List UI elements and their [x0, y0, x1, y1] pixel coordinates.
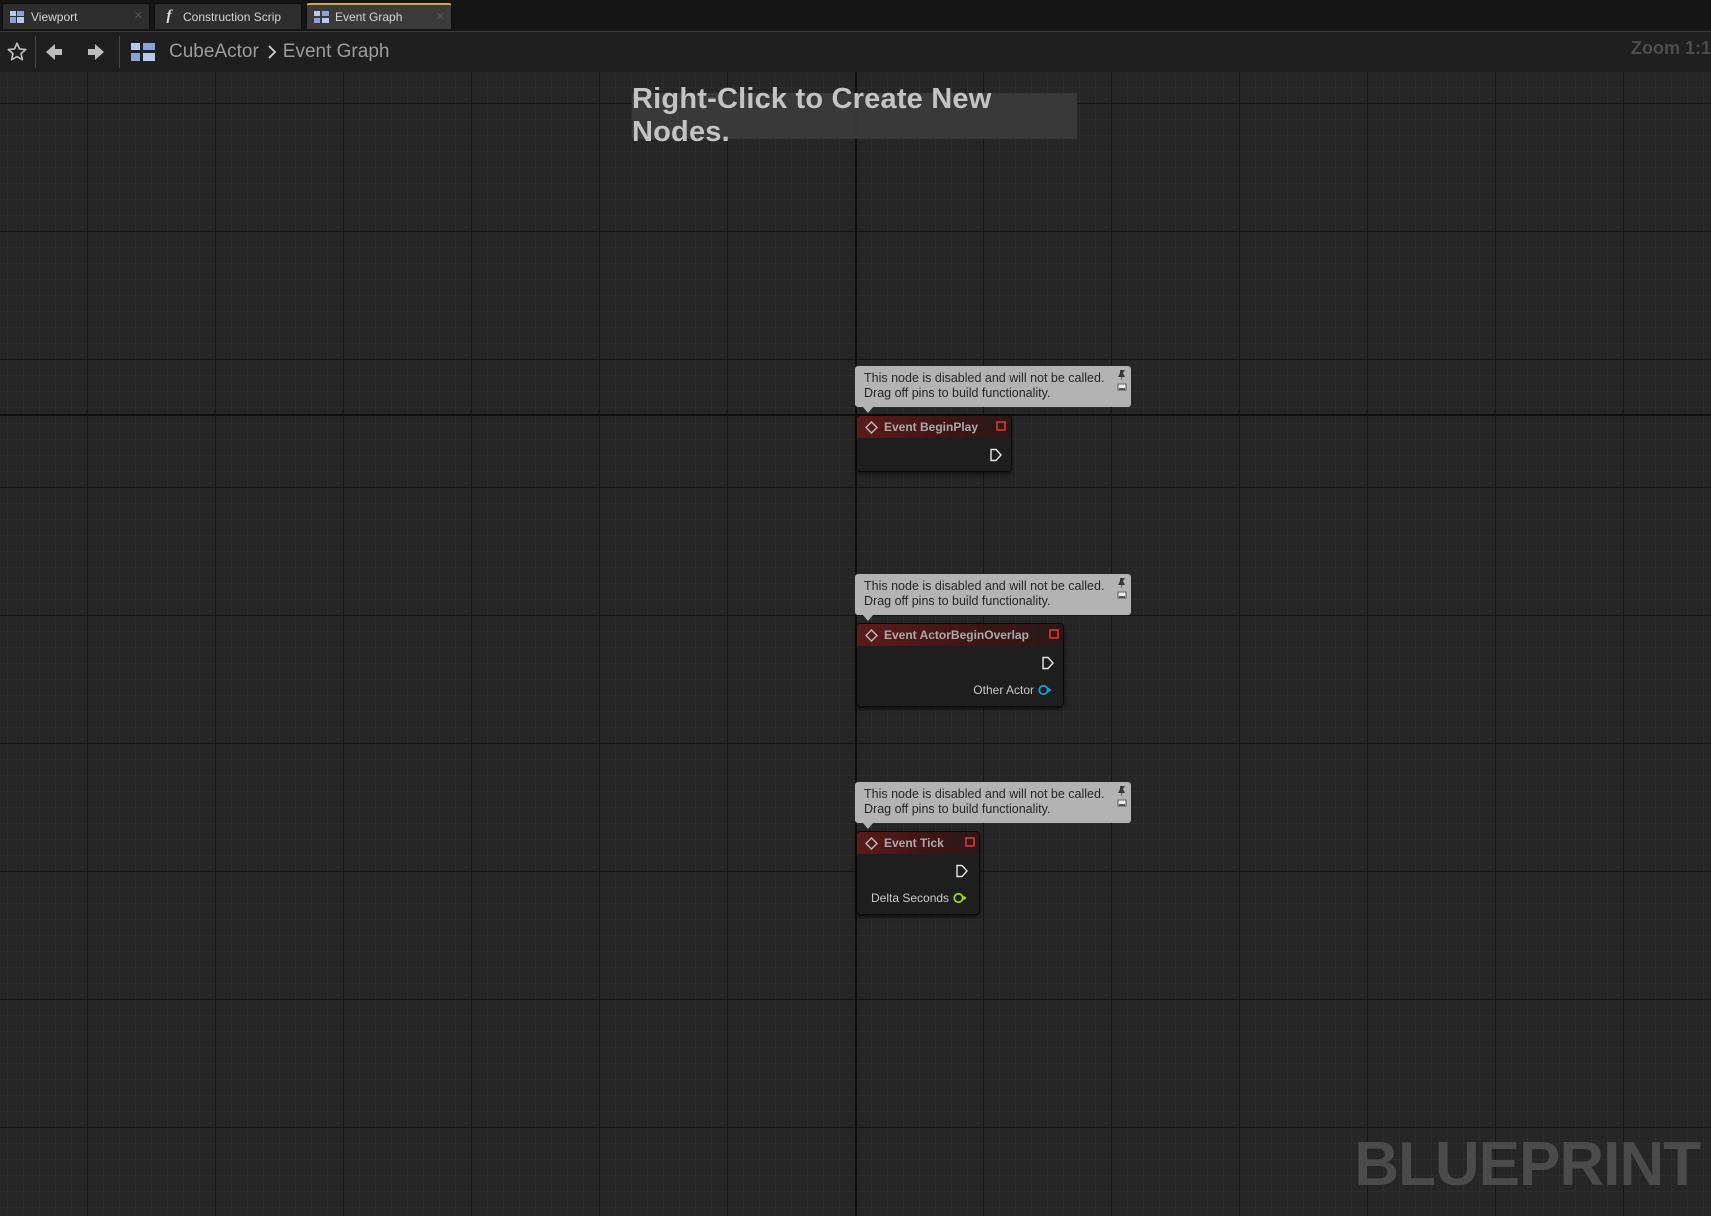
- arrow-right-icon: [88, 44, 104, 60]
- exec-output-pin[interactable]: [955, 864, 969, 878]
- pin-label-other-actor: Other Actor: [973, 683, 1034, 697]
- node-header: Event BeginPlay: [857, 416, 1011, 438]
- node-title: Event ActorBeginOverlap: [884, 628, 1029, 642]
- node-comment-bubble[interactable]: This node is disabled and will not be ca…: [855, 574, 1131, 621]
- event-diamond-icon: [865, 629, 878, 642]
- pin-comment-icon[interactable]: [1116, 368, 1128, 398]
- breadcrumb-item-cubeactor[interactable]: CubeActor: [169, 41, 259, 63]
- favorite-star-button[interactable]: [3, 38, 31, 66]
- node-comment-bubble[interactable]: This node is disabled and will not be ca…: [855, 782, 1131, 829]
- close-icon[interactable]: ✕: [134, 9, 143, 22]
- event-graph-icon: [131, 43, 155, 61]
- comment-line: This node is disabled and will not be ca…: [864, 787, 1105, 801]
- forward-button[interactable]: [82, 38, 110, 66]
- toolbar-divider: [119, 36, 120, 68]
- tab-construction-script[interactable]: f Construction Scrip ✕: [154, 3, 302, 29]
- toolbar-divider: [35, 36, 36, 68]
- tab-viewport[interactable]: Viewport ✕: [2, 3, 150, 29]
- comment-line: Drag off pins to build functionality.: [864, 802, 1051, 816]
- node-event-actorbeginoverlap[interactable]: Event ActorBeginOverlap Other Actor: [856, 623, 1064, 707]
- tab-event-graph[interactable]: Event Graph ✕: [306, 3, 452, 29]
- disabled-stop-icon: [1049, 629, 1059, 639]
- exec-output-pin[interactable]: [989, 448, 1003, 462]
- back-button[interactable]: [40, 38, 68, 66]
- pin-label-delta-seconds: Delta Seconds: [871, 891, 950, 905]
- close-icon[interactable]: ✕: [436, 10, 445, 23]
- chevron-right-icon: [267, 44, 277, 60]
- exec-output-pin[interactable]: [1041, 656, 1055, 670]
- node-title: Event Tick: [884, 836, 944, 850]
- node-event-tick[interactable]: Event Tick Delta Seconds: [856, 831, 980, 915]
- disabled-stop-icon: [996, 421, 1006, 431]
- arrow-left-icon: [46, 44, 62, 60]
- breadcrumb-item-event-graph[interactable]: Event Graph: [283, 41, 390, 63]
- comment-line: This node is disabled and will not be ca…: [864, 371, 1105, 385]
- node-title: Event BeginPlay: [884, 420, 979, 434]
- event-diamond-icon: [865, 837, 878, 850]
- graph-origin-horizontal: [0, 414, 1711, 416]
- tab-label: Construction Scrip: [183, 9, 282, 24]
- graph-type-icon-button: [129, 38, 157, 66]
- blueprint-watermark: BLUEPRINT: [1354, 1130, 1701, 1199]
- tab-label: Event Graph: [335, 10, 403, 24]
- blueprint-editor: Viewport ✕ f Construction Scrip ✕ Event …: [0, 0, 1711, 1216]
- float-output-pin[interactable]: [953, 892, 967, 904]
- graph-toolbar: CubeActor Event Graph Zoom 1:1: [0, 32, 1711, 72]
- node-event-beginplay[interactable]: Event BeginPlay: [856, 415, 1012, 472]
- comment-line: Drag off pins to build functionality.: [864, 386, 1051, 400]
- function-icon: f: [166, 8, 172, 24]
- node-comment-bubble[interactable]: This node is disabled and will not be ca…: [855, 366, 1131, 413]
- node-header: Event ActorBeginOverlap: [857, 624, 1063, 646]
- event-graph-icon: [313, 9, 329, 25]
- breadcrumb: CubeActor Event Graph: [169, 39, 389, 65]
- tab-label: Viewport: [31, 9, 78, 24]
- event-diamond-icon: [865, 421, 878, 434]
- comment-line: Drag off pins to build functionality.: [864, 594, 1051, 608]
- zoom-level: Zoom 1:1: [1630, 38, 1711, 58]
- star-icon: [7, 42, 27, 61]
- pin-comment-icon[interactable]: [1116, 784, 1128, 814]
- comment-line: This node is disabled and will not be ca…: [864, 579, 1105, 593]
- pin-comment-icon[interactable]: [1116, 576, 1128, 606]
- disabled-stop-icon: [965, 837, 975, 847]
- viewport-icon: [9, 9, 25, 25]
- create-nodes-hint: Right-Click to Create New Nodes.: [632, 83, 1077, 148]
- object-output-pin[interactable]: [1038, 684, 1052, 696]
- tab-bar: Viewport ✕ f Construction Scrip ✕ Event …: [0, 0, 1711, 32]
- node-header: Event Tick: [857, 832, 979, 854]
